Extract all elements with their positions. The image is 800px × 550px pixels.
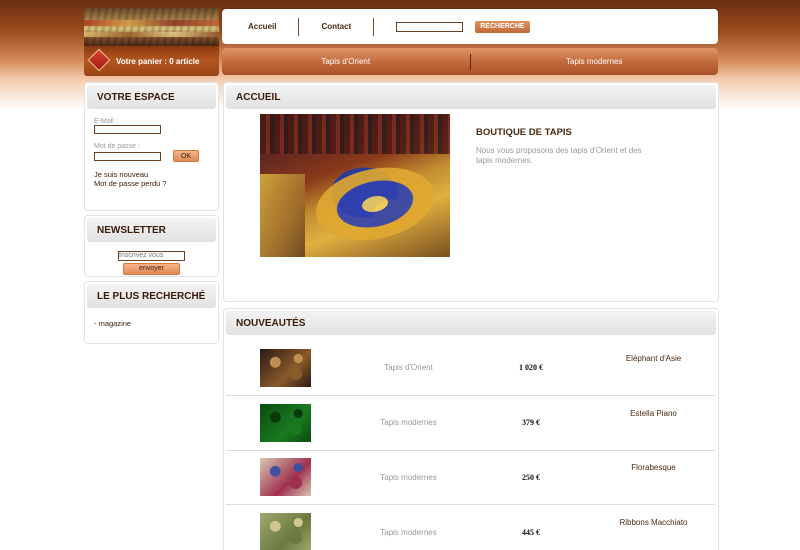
lost-password-link[interactable]: Mot de passe perdu ? [94,179,218,188]
product-thumbnail[interactable] [260,349,311,387]
shop-title: BOUTIQUE DE TAPIS [476,127,572,138]
product-category: Tapis modernes [380,418,437,427]
product-name-link[interactable]: Florabesque [606,463,701,472]
product-price: 1 020 € [519,363,543,372]
category-tapis-orient-link[interactable]: Tapis d'Orient [222,57,470,66]
product-name-link[interactable]: Estella Piano [606,409,701,418]
shop-description: Nous vous proposons des tapis d'Orient e… [476,146,642,165]
new-account-link[interactable]: Je suis nouveau [94,170,218,179]
popular-box: LE PLUS RECHERCHÉ - magazine [84,281,219,344]
new-products-title: NOUVEAUTÉS [226,311,716,335]
accueil-title: ACCUEIL [226,85,716,109]
password-label: Mot de passe : [94,143,140,150]
email-label: E-Mail : [94,118,118,125]
product-name-link[interactable]: Eléphant d'Asie [606,354,701,363]
product-thumbnail[interactable] [260,458,311,496]
product-price: 250 € [522,473,540,482]
category-bar: Tapis d'Orient Tapis modernes [222,48,718,75]
login-ok-button[interactable]: OK [173,150,199,162]
newsletter-box: NEWSLETTER envoyer [84,215,219,277]
product-thumbnail[interactable] [260,513,311,550]
product-row[interactable]: Tapis d'Orient 1 020 € Eléphant d'Asie [226,342,715,396]
category-tapis-modernes-link[interactable]: Tapis modernes [471,57,719,66]
site-logo-image [84,8,219,46]
cart-text: Votre panier : 0 article [116,56,200,66]
email-field[interactable] [94,125,161,134]
cart-icon [87,48,111,73]
product-row[interactable]: Tapis modernes 445 € Ribbons Macchiato [226,506,715,550]
cart-bar[interactable]: Votre panier : 0 article [84,46,219,76]
search-input[interactable] [396,21,464,32]
nav-contact-link[interactable]: Contact [299,22,373,31]
product-thumbnail[interactable] [260,404,311,442]
newsletter-title: NEWSLETTER [87,218,216,242]
nav-divider [373,17,375,36]
product-category: Tapis modernes [380,528,437,537]
product-row[interactable]: Tapis modernes 379 € Estella Piano [226,397,715,451]
product-name-link[interactable]: Ribbons Macchiato [606,518,701,527]
newsletter-send-button[interactable]: envoyer [123,262,180,275]
popular-item-magazine[interactable]: - magazine [94,319,218,328]
product-price: 445 € [522,528,540,537]
carpet-shop-photo [260,114,450,257]
password-field[interactable] [94,151,161,161]
search-button[interactable]: RECHERCHE [475,20,530,33]
login-box-title: VOTRE ESPACE [87,85,216,109]
product-category: Tapis modernes [380,473,437,482]
product-row[interactable]: Tapis modernes 250 € Florabesque [226,451,715,505]
top-nav: Accueil Contact RECHERCHE [222,9,718,44]
product-price: 379 € [522,418,540,427]
nav-accueil-link[interactable]: Accueil [222,22,298,31]
newsletter-email-input[interactable] [118,250,185,261]
popular-title: LE PLUS RECHERCHÉ [87,284,216,308]
login-box: VOTRE ESPACE E-Mail : Mot de passe : OK … [84,82,219,211]
product-category: Tapis d'Orient [384,363,433,372]
